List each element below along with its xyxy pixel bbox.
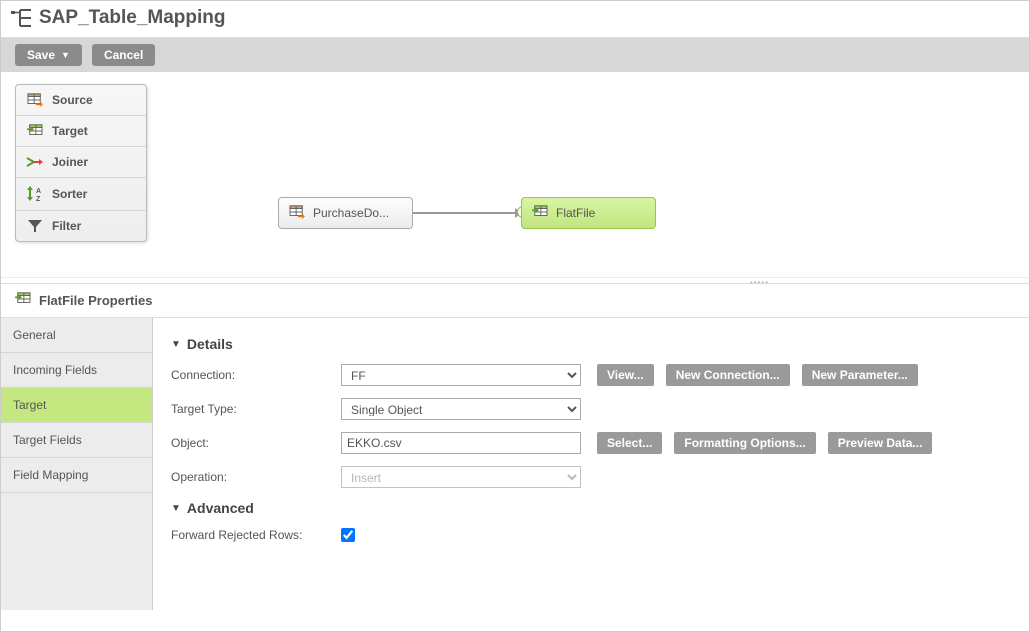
- properties-tabs: General Incoming Fields Target Target Fi…: [1, 318, 153, 610]
- canvas-node-label: PurchaseDo...: [313, 206, 389, 220]
- operation-label: Operation:: [171, 470, 341, 484]
- save-button-label: Save: [27, 48, 55, 62]
- section-heading-label: Advanced: [187, 500, 254, 516]
- palette-item-label: Sorter: [52, 187, 87, 201]
- tab-field-mapping[interactable]: Field Mapping: [1, 458, 152, 493]
- mapping-canvas[interactable]: Source Target: [1, 72, 1029, 277]
- view-button[interactable]: View...: [597, 364, 654, 386]
- forward-rejected-label: Forward Rejected Rows:: [171, 528, 341, 542]
- collapse-icon: ▼: [171, 339, 181, 350]
- properties-header: FlatFile Properties: [1, 283, 1029, 318]
- title-bar: SAP_Table_Mapping: [1, 1, 1029, 38]
- connection-label: Connection:: [171, 368, 341, 382]
- tab-target[interactable]: Target: [1, 388, 152, 423]
- action-bar: Save ▼ Cancel: [1, 38, 1029, 72]
- new-parameter-button[interactable]: New Parameter...: [802, 364, 918, 386]
- row-object: Object: Select... Formatting Options... …: [171, 432, 1011, 454]
- row-forward-rejected: Forward Rejected Rows:: [171, 528, 1011, 542]
- row-target-type: Target Type: Single Object: [171, 398, 1011, 420]
- canvas-connector[interactable]: [413, 212, 521, 214]
- tab-target-fields[interactable]: Target Fields: [1, 423, 152, 458]
- object-input[interactable]: [341, 432, 581, 454]
- palette-item-sorter[interactable]: A Z Sorter: [16, 178, 146, 211]
- properties-body: General Incoming Fields Target Target Fi…: [1, 318, 1029, 610]
- target-icon: [15, 292, 31, 309]
- palette-item-label: Source: [52, 93, 93, 107]
- target-icon: [26, 124, 44, 138]
- cancel-button-label: Cancel: [104, 48, 143, 62]
- preview-data-button[interactable]: Preview Data...: [828, 432, 933, 454]
- section-details[interactable]: ▼ Details: [171, 336, 1011, 352]
- section-advanced[interactable]: ▼ Advanced: [171, 500, 1011, 516]
- formatting-options-button[interactable]: Formatting Options...: [674, 432, 815, 454]
- svg-text:A: A: [36, 188, 41, 195]
- drag-handle-icon[interactable]: •••••: [750, 278, 769, 287]
- palette-item-label: Filter: [52, 219, 81, 233]
- palette-item-joiner[interactable]: Joiner: [16, 147, 146, 178]
- page-title: SAP_Table_Mapping: [39, 7, 226, 29]
- tab-general[interactable]: General: [1, 318, 152, 353]
- connection-select[interactable]: FF: [341, 364, 581, 386]
- target-icon: [532, 205, 548, 222]
- save-button[interactable]: Save ▼: [15, 44, 82, 66]
- svg-text:Z: Z: [36, 196, 41, 202]
- transform-palette: Source Target: [15, 84, 147, 242]
- mapping-icon: [11, 8, 33, 28]
- properties-content: ▼ Details Connection: FF View... New Con…: [153, 318, 1029, 610]
- splitter[interactable]: •••••: [1, 277, 1029, 283]
- operation-select: Insert: [341, 466, 581, 488]
- filter-icon: [26, 219, 44, 233]
- canvas-node-label: FlatFile: [556, 206, 595, 220]
- tab-incoming-fields[interactable]: Incoming Fields: [1, 353, 152, 388]
- canvas-node-source[interactable]: PurchaseDo...: [278, 197, 413, 229]
- palette-item-filter[interactable]: Filter: [16, 211, 146, 241]
- forward-rejected-checkbox[interactable]: [341, 528, 355, 542]
- select-button[interactable]: Select...: [597, 432, 662, 454]
- row-operation: Operation: Insert: [171, 466, 1011, 488]
- palette-item-target[interactable]: Target: [16, 116, 146, 147]
- section-heading-label: Details: [187, 336, 233, 352]
- palette-item-label: Joiner: [52, 155, 88, 169]
- properties-title: FlatFile Properties: [39, 293, 152, 308]
- palette-item-source[interactable]: Source: [16, 85, 146, 116]
- row-connection: Connection: FF View... New Connection...…: [171, 364, 1011, 386]
- cancel-button[interactable]: Cancel: [92, 44, 155, 66]
- sorter-icon: A Z: [26, 186, 44, 202]
- collapse-icon: ▼: [171, 503, 181, 514]
- chevron-down-icon: ▼: [61, 50, 70, 60]
- object-label: Object:: [171, 436, 341, 450]
- target-type-select[interactable]: Single Object: [341, 398, 581, 420]
- canvas-node-target[interactable]: FlatFile: [521, 197, 656, 229]
- joiner-icon: [26, 155, 44, 169]
- target-type-label: Target Type:: [171, 402, 341, 416]
- source-icon: [26, 93, 44, 107]
- new-connection-button[interactable]: New Connection...: [666, 364, 790, 386]
- palette-item-label: Target: [52, 124, 88, 138]
- source-icon: [289, 205, 305, 222]
